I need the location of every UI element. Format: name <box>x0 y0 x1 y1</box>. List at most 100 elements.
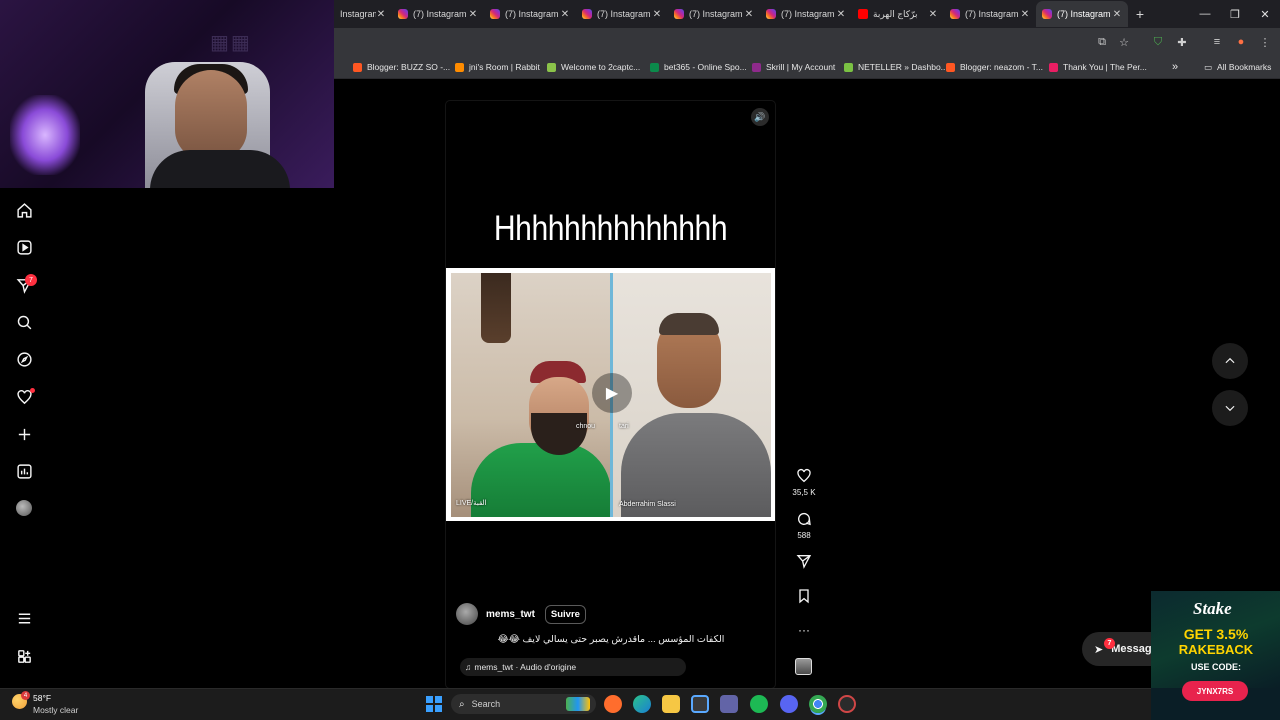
close-icon[interactable]: ✕ <box>928 9 938 20</box>
teams-icon[interactable] <box>720 695 738 713</box>
dashboard-icon[interactable] <box>14 461 34 481</box>
minimize-button[interactable]: — <box>1190 0 1220 28</box>
store-icon[interactable] <box>691 695 709 713</box>
tab-title: Instagram <box>340 9 376 19</box>
play-icon[interactable]: ▶ <box>592 373 632 413</box>
close-icon[interactable]: ✕ <box>652 9 662 20</box>
app-icon[interactable] <box>604 695 622 713</box>
browser-tab[interactable]: Instagram✕ <box>334 1 392 27</box>
close-icon[interactable]: ✕ <box>468 9 478 20</box>
instagram-icon <box>490 9 500 19</box>
save-bookmark-icon[interactable] <box>795 587 813 605</box>
profile-avatar[interactable] <box>16 500 32 516</box>
next-reel-button[interactable] <box>1212 390 1248 426</box>
all-bookmarks-button[interactable]: ▭ All Bookmarks <box>1204 55 1271 79</box>
bookmark-item[interactable]: NETELLER » Dashbo... <box>844 55 948 79</box>
close-icon[interactable]: ✕ <box>376 9 386 20</box>
browser-tab[interactable]: (7) Instagram ✕ <box>576 1 668 27</box>
bookmark-item[interactable]: Skrill | My Account <box>752 55 835 79</box>
previous-reel-button[interactable] <box>1212 343 1248 379</box>
bookmark-item[interactable]: Blogger: BUZZ SO -... <box>353 55 450 79</box>
media-control-icon[interactable]: ≡ <box>1209 34 1225 50</box>
promo-code-badge: JYNX7RS <box>1182 681 1248 701</box>
menu-icon[interactable] <box>14 608 34 628</box>
close-icon[interactable]: ✕ <box>560 9 570 20</box>
close-icon[interactable]: ✕ <box>744 9 754 20</box>
browser-tab[interactable]: (7) Instagram ✕ <box>760 1 852 27</box>
browser-tab[interactable]: (7) Instagram ✕ <box>484 1 576 27</box>
search-icon[interactable] <box>14 312 34 332</box>
taskbar-search[interactable]: ⌕ Search <box>451 694 596 714</box>
bookmark-item[interactable]: Thank You | The Per... <box>1049 55 1147 79</box>
create-icon[interactable] <box>14 424 34 444</box>
share-icon[interactable] <box>795 552 813 570</box>
follow-button[interactable]: Suivre <box>544 604 586 624</box>
audio-thumbnail[interactable] <box>795 658 812 675</box>
bookmark-item[interactable]: Welcome to 2captc... <box>547 55 640 79</box>
tab-title: (7) Instagram <box>1057 9 1111 19</box>
browser-tab[interactable]: (7) Instagram ✕ <box>668 1 760 27</box>
new-tab-button[interactable]: + <box>1128 1 1152 27</box>
streamer-face <box>175 70 247 160</box>
taskbar-search-label: Search <box>471 699 501 709</box>
author-username[interactable]: mems_twt <box>486 609 535 620</box>
more-options-icon[interactable]: ··· <box>795 621 813 639</box>
audio-label: mems_twt · Audio d'origine <box>474 662 577 672</box>
edge-icon[interactable] <box>633 695 651 713</box>
bookmark-star-icon[interactable]: ☆ <box>1116 34 1132 50</box>
skrill-icon <box>752 62 761 72</box>
audio-attribution[interactable]: ♫ mems_twt · Audio d'origine <box>460 658 686 676</box>
like-heart-icon[interactable] <box>795 467 813 485</box>
close-icon[interactable]: ✕ <box>1020 9 1030 20</box>
browser-menu-icon[interactable]: ⋮ <box>1257 34 1273 50</box>
discord-icon[interactable] <box>780 695 798 713</box>
close-window-button[interactable]: ✕ <box>1250 0 1280 28</box>
profile-avatar-icon[interactable]: ● <box>1233 34 1249 50</box>
wall-lamp <box>481 273 511 343</box>
clip-label-left: chnou <box>576 423 596 430</box>
restore-button[interactable]: ❐ <box>1220 0 1250 28</box>
bookmark-label: jni's Room | Rabbit <box>469 62 540 72</box>
install-app-icon[interactable]: ⧉ <box>1094 34 1110 50</box>
browser-tab[interactable]: برّكاج الهربة ✕ <box>852 1 944 27</box>
volume-icon[interactable]: 🔊 <box>751 108 769 126</box>
messages-badge: 7 <box>1104 638 1115 649</box>
shield-extension-icon[interactable]: ⛉ <box>1150 34 1166 50</box>
webcam-overlay: ▦▦ <box>0 0 334 188</box>
reel-video[interactable]: 🔊 Hhhhhhhhhhhhhh chnou tari LIVE/القبة A… <box>446 101 775 688</box>
windows-start-icon[interactable] <box>426 696 442 712</box>
notification-badge: 7 <box>25 274 37 286</box>
blogger-icon <box>946 62 955 72</box>
messages-label: Messag <box>1111 643 1152 655</box>
bookmarks-overflow-icon[interactable]: » <box>1172 55 1178 79</box>
bookmark-item[interactable]: bet365 - Online Spo... <box>650 55 747 79</box>
browser-tab[interactable]: (7) Instagram ✕ <box>944 1 1036 27</box>
spotify-icon[interactable] <box>750 695 768 713</box>
instagram-icon <box>950 9 960 19</box>
explore-icon[interactable] <box>14 349 34 369</box>
close-icon[interactable]: ✕ <box>836 9 846 20</box>
reel-caption: الكفات المؤسس ... ماقدرش يصبر حتى يسالي … <box>497 634 725 645</box>
app-icon[interactable] <box>838 695 856 713</box>
wall-sign-decoration: ▦▦ <box>210 32 252 54</box>
browser-tab-active[interactable]: (7) Instagram ✕ <box>1036 1 1128 27</box>
bookmark-item[interactable]: jni's Room | Rabbit <box>455 55 540 79</box>
browser-tab[interactable]: (7) Instagram ✕ <box>392 1 484 27</box>
close-icon[interactable]: ✕ <box>1112 9 1122 20</box>
extensions-icon[interactable]: ✚ <box>1174 34 1190 50</box>
streamer-body <box>150 150 290 188</box>
comment-count: 588 <box>797 531 811 540</box>
chevron-down-icon <box>1225 405 1235 412</box>
chrome-icon[interactable] <box>809 695 827 713</box>
file-explorer-icon[interactable] <box>662 695 680 713</box>
reels-icon[interactable] <box>14 237 34 257</box>
weather-badge: 4 <box>21 691 30 700</box>
tab-title: (7) Instagram <box>965 9 1019 19</box>
home-icon[interactable] <box>14 200 34 220</box>
bookmark-label: Welcome to 2captc... <box>561 62 641 72</box>
comment-icon[interactable] <box>795 510 813 528</box>
author-avatar[interactable] <box>456 603 478 625</box>
bookmark-item[interactable]: Blogger: neazom - T... <box>946 55 1043 79</box>
weather-temperature: 58°F <box>33 693 52 703</box>
more-apps-icon[interactable] <box>14 646 34 666</box>
